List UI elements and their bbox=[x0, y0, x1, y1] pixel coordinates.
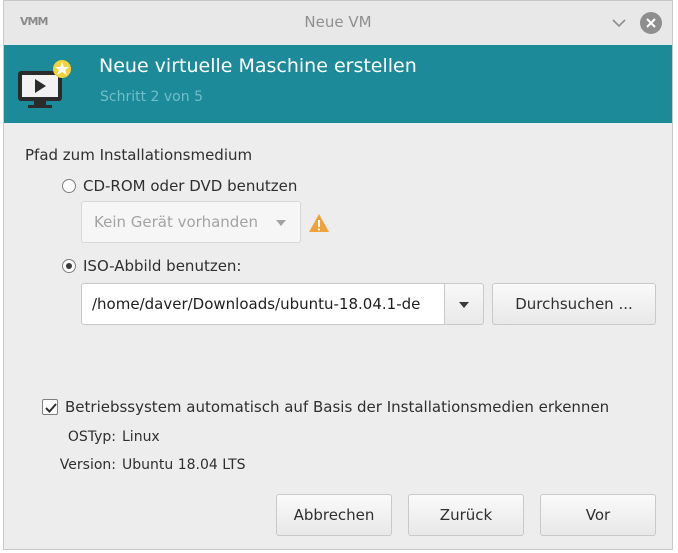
iso-history-dropdown-button[interactable] bbox=[444, 283, 484, 325]
new-vm-dialog: VMM Neue VM Neue virtuelle Maschine erst… bbox=[3, 0, 673, 550]
cdrom-radio-option[interactable]: CD-ROM oder DVD benutzen bbox=[62, 177, 297, 195]
banner-title: Neue virtuelle Maschine erstellen bbox=[99, 55, 417, 77]
iso-path-input[interactable]: /home/daver/Downloads/ubuntu-18.04.1-de bbox=[81, 283, 444, 325]
close-icon bbox=[646, 18, 656, 28]
chevron-down-icon bbox=[276, 220, 286, 226]
iso-radio-label: ISO-Abbild benutzen: bbox=[83, 257, 242, 275]
titlebar[interactable]: VMM Neue VM bbox=[4, 1, 672, 46]
cdrom-radio-label: CD-ROM oder DVD benutzen bbox=[83, 177, 298, 195]
os-version-key: Version: bbox=[59, 457, 116, 473]
warning-icon bbox=[309, 214, 329, 232]
autodetect-os-checkbox[interactable] bbox=[42, 399, 58, 415]
forward-button[interactable]: Vor bbox=[540, 494, 656, 536]
new-vm-icon bbox=[18, 60, 71, 108]
os-version-value: Ubuntu 18.04 LTS bbox=[122, 457, 246, 473]
autodetect-os-label: Betriebssystem automatisch auf Basis der… bbox=[65, 398, 610, 416]
os-type-key: OSTyp: bbox=[67, 429, 116, 445]
chevron-down-icon[interactable] bbox=[609, 13, 629, 33]
step-indicator: Schritt 2 von 5 bbox=[100, 89, 203, 105]
header-banner: Neue virtuelle Maschine erstellen Schrit… bbox=[4, 45, 672, 123]
checkmark-icon bbox=[45, 403, 57, 413]
autodetect-os-option[interactable]: Betriebssystem automatisch auf Basis der… bbox=[42, 398, 609, 416]
os-version-row: Version: Ubuntu 18.04 LTS bbox=[4, 457, 246, 473]
back-button[interactable]: Zurück bbox=[408, 494, 524, 536]
cdrom-device-value: Kein Gerät vorhanden bbox=[94, 213, 259, 231]
cdrom-radio[interactable] bbox=[62, 179, 76, 193]
os-type-row: OSTyp: Linux bbox=[4, 429, 160, 445]
iso-radio[interactable] bbox=[62, 259, 76, 273]
window-title: Neue VM bbox=[304, 13, 372, 31]
chevron-down-icon bbox=[459, 302, 469, 308]
cdrom-device-select: Kein Gerät vorhanden bbox=[81, 201, 301, 243]
browse-button[interactable]: Durchsuchen ... bbox=[492, 283, 656, 325]
close-button[interactable] bbox=[640, 12, 662, 34]
iso-radio-option[interactable]: ISO-Abbild benutzen: bbox=[62, 257, 242, 275]
cancel-button[interactable]: Abbrechen bbox=[276, 494, 392, 536]
install-media-label: Pfad zum Installationsmedium bbox=[25, 146, 253, 164]
os-type-value: Linux bbox=[122, 429, 160, 445]
